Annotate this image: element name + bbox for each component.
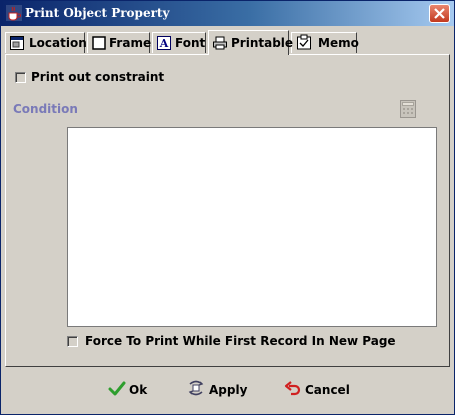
svg-text:A: A	[159, 37, 169, 50]
tab-font-label: Font	[175, 36, 206, 50]
title-bar[interactable]: Print Object Property	[1, 1, 454, 26]
tab-location[interactable]: Location	[5, 32, 87, 53]
print-out-constraint-checkbox[interactable]	[15, 72, 26, 83]
java-cup-icon	[6, 5, 22, 21]
tab-frame[interactable]: Frame	[87, 32, 152, 53]
ok-button[interactable]: Ok	[108, 378, 148, 402]
cancel-button[interactable]: Cancel	[284, 378, 350, 402]
condition-label: Condition	[13, 102, 78, 116]
tab-printable[interactable]: Printable	[208, 30, 293, 55]
force-print-label[interactable]: Force To Print While First Record In New…	[85, 334, 396, 348]
tab-printable-label: Printable	[231, 36, 294, 50]
tab-memo[interactable]: Memo	[291, 32, 359, 53]
tab-frame-label: Frame	[109, 36, 152, 50]
undo-icon	[284, 381, 301, 396]
ok-button-label: Ok	[129, 383, 148, 397]
clipboard-icon	[296, 34, 312, 53]
apply-button[interactable]: Apply	[186, 378, 248, 402]
apply-icon	[188, 380, 204, 396]
apply-button-label: Apply	[209, 383, 248, 397]
force-print-checkbox[interactable]	[67, 336, 78, 347]
print-out-constraint-label[interactable]: Print out constraint	[31, 70, 164, 84]
printer-icon	[213, 36, 227, 53]
location-icon	[10, 36, 24, 53]
condition-textarea[interactable]	[67, 127, 437, 327]
close-button[interactable]	[429, 4, 450, 23]
cancel-button-label: Cancel	[305, 383, 350, 397]
tab-font[interactable]: A Font	[152, 32, 206, 53]
close-icon	[434, 8, 445, 19]
dialog-window: Print Object Property Location Frame A F…	[0, 0, 455, 415]
tab-memo-label: Memo	[318, 36, 359, 50]
checkmark-icon	[108, 381, 126, 396]
calculator-icon[interactable]	[400, 100, 416, 122]
frame-icon	[92, 36, 106, 53]
tab-location-label: Location	[29, 36, 87, 50]
font-icon: A	[157, 36, 171, 53]
window-title: Print Object Property	[25, 6, 170, 20]
